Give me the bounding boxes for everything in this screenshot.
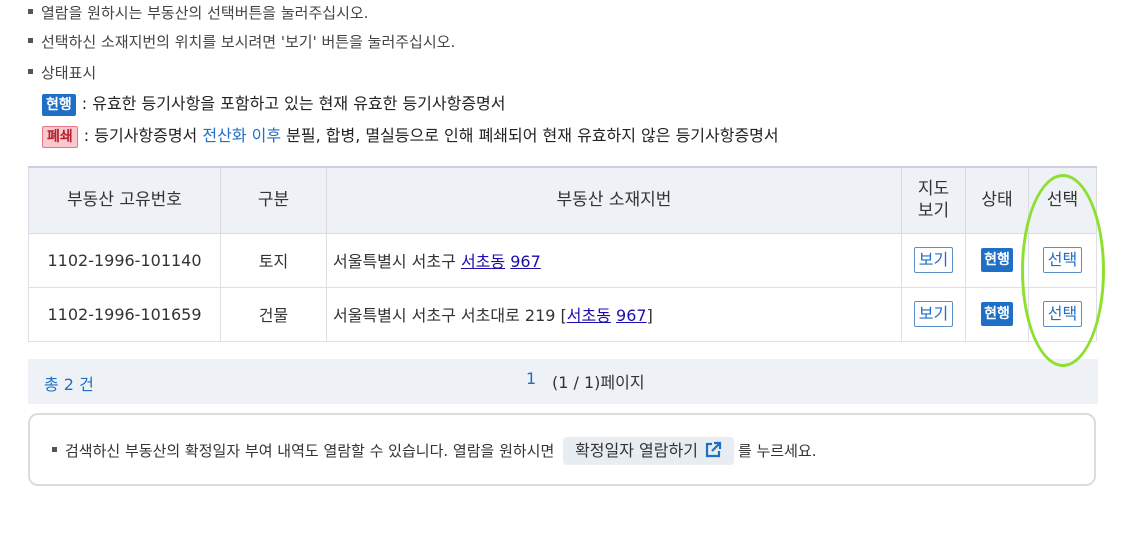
info-text-before: 검색하신 부동산의 확정일자 부여 내역도 열람할 수 있습니다. 열람을 원하…: [65, 442, 555, 460]
header-status: 상태: [965, 166, 1029, 234]
cell-status: 현행: [965, 232, 1029, 288]
header-map-line1: 지도: [917, 179, 950, 200]
page-info: (1 / 1)페이지: [552, 373, 645, 392]
cell-select: 선택: [1028, 232, 1097, 288]
lot-link[interactable]: 967: [510, 252, 541, 271]
lot-link[interactable]: 967: [616, 306, 647, 325]
instruction-3: 상태표시: [28, 62, 96, 84]
results-table: 부동산 고유번호 구분 부동산 소재지번 지도 보기 상태 선택 1102-19…: [28, 166, 1097, 342]
table-row: 1102-1996-101140 토지 서울특별시 서초구 서초동 967 보기…: [28, 232, 1097, 288]
address-suffix: ]: [646, 306, 653, 325]
cell-type: 건물: [220, 286, 327, 342]
confirm-date-info-box: 검색하신 부동산의 확정일자 부여 내역도 열람할 수 있습니다. 열람을 원하…: [28, 413, 1096, 486]
cell-status: 현행: [965, 286, 1029, 342]
cell-map: 보기: [901, 232, 966, 288]
map-view-button[interactable]: 보기: [913, 301, 954, 327]
address-prefix: 서울특별시 서초구 서초대로 219 [: [333, 306, 567, 325]
info-text-after: 를 누르세요.: [737, 442, 817, 460]
bullet-icon: [28, 9, 33, 14]
closed-status-highlight: 전산화 이후: [202, 126, 282, 145]
header-select: 선택: [1028, 166, 1097, 234]
status-badge: 현행: [981, 302, 1013, 326]
select-button[interactable]: 선택: [1042, 247, 1083, 273]
cell-id: 1102-1996-101659: [28, 286, 221, 342]
header-address: 부동산 소재지번: [326, 166, 902, 234]
instruction-3-text: 상태표시: [41, 64, 97, 82]
header-map: 지도 보기: [901, 166, 966, 234]
table-header-row: 부동산 고유번호 구분 부동산 소재지번 지도 보기 상태 선택: [28, 166, 1097, 234]
cell-map: 보기: [901, 286, 966, 342]
closed-status-desc-2: 분필, 합병, 멸실등으로 인해 폐쇄되어 현재 유효하지 않은 등기사항증명서: [281, 126, 779, 145]
legend-closed: 폐쇄 : 등기사항증명서 전산화 이후 분필, 합병, 멸실등으로 인해 폐쇄되어…: [42, 124, 779, 148]
cell-select: 선택: [1028, 286, 1097, 342]
closed-status-tag: 폐쇄: [42, 126, 78, 148]
instruction-1-text: 열람을 원하시는 부동산의 선택버튼을 눌러주십시오.: [41, 4, 369, 22]
bullet-icon: [28, 69, 33, 74]
instruction-2-text: 선택하신 소재지번의 위치를 보시려면 '보기' 버튼을 눌러주십시오.: [41, 33, 456, 51]
header-map-line2: 보기: [917, 201, 950, 222]
table-row: 1102-1996-101659 건물 서울특별시 서초구 서초대로 219 […: [28, 286, 1097, 342]
header-type: 구분: [220, 166, 327, 234]
current-status-desc: : 유효한 등기사항을 포함하고 있는 현재 유효한 등기사항증명서: [81, 94, 506, 113]
dong-link[interactable]: 서초동: [567, 306, 611, 325]
instruction-1: 열람을 원하시는 부동산의 선택버튼을 눌러주십시오.: [28, 2, 368, 24]
info-text: 검색하신 부동산의 확정일자 부여 내역도 열람할 수 있습니다. 열람을 원하…: [52, 437, 816, 465]
confirm-date-view-label: 확정일자 열람하기: [575, 441, 698, 460]
bullet-icon: [28, 38, 33, 43]
instruction-2: 선택하신 소재지번의 위치를 보시려면 '보기' 버튼을 눌러주십시오.: [28, 31, 455, 53]
map-view-button[interactable]: 보기: [913, 247, 954, 273]
pagination-bar: 총 2 건 1 (1 / 1)페이지: [28, 359, 1098, 404]
cell-id: 1102-1996-101140: [28, 232, 221, 288]
header-id: 부동산 고유번호: [28, 166, 221, 234]
bullet-icon: [52, 447, 57, 452]
cell-type: 토지: [220, 232, 327, 288]
cell-address: 서울특별시 서초구 서초대로 219 [서초동 967]: [326, 286, 902, 342]
current-status-tag: 현행: [42, 94, 76, 116]
external-link-icon: [705, 441, 722, 457]
status-badge: 현행: [981, 248, 1013, 272]
page-number-link[interactable]: 1: [526, 369, 536, 388]
legend-current: 현행 : 유효한 등기사항을 포함하고 있는 현재 유효한 등기사항증명서: [42, 92, 505, 116]
select-button[interactable]: 선택: [1042, 301, 1083, 327]
dong-link[interactable]: 서초동: [461, 252, 505, 271]
confirm-date-view-button[interactable]: 확정일자 열람하기: [563, 437, 734, 465]
closed-status-desc-1: : 등기사항증명서: [83, 126, 203, 145]
total-count: 총 2 건: [44, 375, 94, 394]
cell-address: 서울특별시 서초구 서초동 967: [326, 232, 902, 288]
address-prefix: 서울특별시 서초구: [333, 252, 461, 271]
